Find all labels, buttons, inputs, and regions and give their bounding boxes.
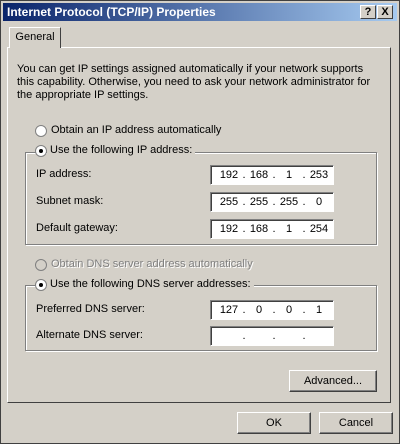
alternate-dns-label: Alternate DNS server:: [36, 329, 143, 341]
title-bar[interactable]: Internet Protocol (TCP/IP) Properties ? …: [3, 3, 397, 21]
default-gateway-input[interactable]: 192 . 168 . 1 . 254: [210, 219, 334, 239]
obtain-ip-auto-radio[interactable]: [35, 125, 47, 137]
close-icon[interactable]: X: [377, 5, 393, 19]
ip-address-input[interactable]: 192 . 168 . 1 . 253: [210, 165, 334, 185]
use-following-dns-label[interactable]: Use the following DNS server addresses:: [47, 278, 254, 290]
cancel-button[interactable]: Cancel: [319, 412, 393, 434]
default-gateway-label: Default gateway:: [36, 222, 118, 234]
advanced-button[interactable]: Advanced...: [289, 370, 377, 392]
tab-general[interactable]: General: [9, 27, 61, 48]
ok-button[interactable]: OK: [237, 412, 311, 434]
preferred-dns-input[interactable]: 127 . 0 . 0 . 1: [210, 300, 334, 320]
help-icon[interactable]: ?: [360, 5, 376, 19]
subnet-mask-label: Subnet mask:: [36, 195, 104, 207]
use-following-ip-radio[interactable]: [35, 145, 47, 157]
alternate-dns-input[interactable]: . . .: [210, 326, 334, 346]
preferred-dns-label: Preferred DNS server:: [36, 303, 145, 315]
subnet-mask-input[interactable]: 255 . 255 . 255 . 0: [210, 192, 334, 212]
obtain-ip-auto-label[interactable]: Obtain an IP address automatically: [51, 124, 221, 136]
use-following-dns-radio[interactable]: [35, 279, 47, 291]
window-title: Internet Protocol (TCP/IP) Properties: [7, 5, 216, 19]
obtain-dns-auto-radio[interactable]: [35, 259, 47, 271]
obtain-dns-auto-label: Obtain DNS server address automatically: [51, 258, 253, 270]
use-following-ip-label[interactable]: Use the following IP address:: [47, 144, 196, 156]
description-text: You can get IP settings assigned automat…: [17, 63, 371, 101]
ip-address-label: IP address:: [36, 168, 92, 180]
properties-dialog: Internet Protocol (TCP/IP) Properties ? …: [0, 0, 400, 444]
